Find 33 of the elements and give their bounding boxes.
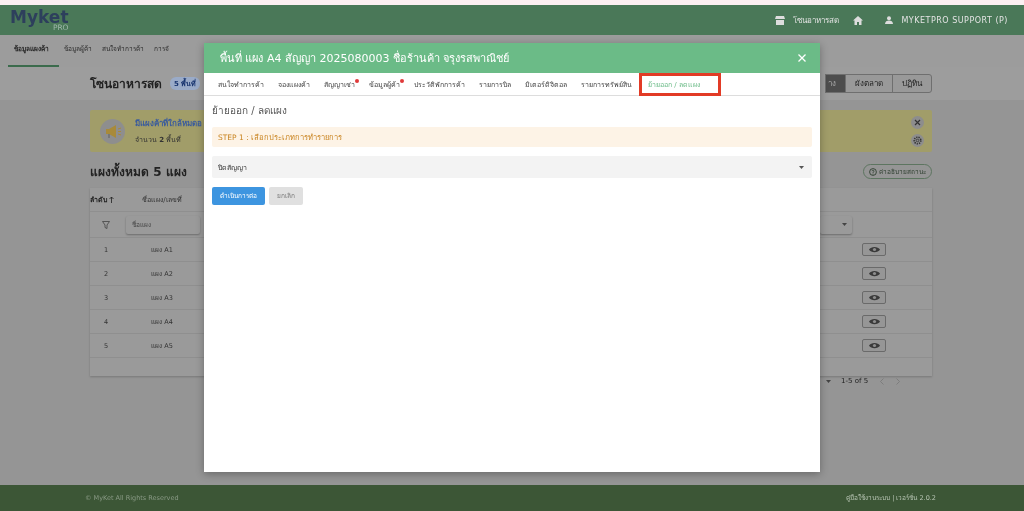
store-icon[interactable] — [775, 15, 786, 25]
eye-icon — [868, 246, 880, 253]
caret-icon — [799, 165, 804, 169]
eye-icon — [868, 342, 880, 349]
view-button[interactable]: ผังตลาด — [845, 74, 893, 93]
eye-icon — [868, 294, 880, 301]
view-button[interactable]: าง — [825, 74, 846, 93]
sort-arrow-icon[interactable] — [109, 196, 114, 203]
megaphone-icon — [100, 118, 125, 144]
view-button[interactable] — [862, 267, 886, 280]
user-icon[interactable] — [885, 16, 894, 24]
eye-icon — [868, 270, 880, 277]
help-icon — [869, 167, 877, 176]
caret-icon[interactable] — [826, 379, 831, 383]
modal-title: พื้นที่ แผง A4 สัญญา 2025080003 ชื่อร้านค้า จรุงรสพาณิชย์ — [220, 49, 510, 67]
caret-icon — [842, 223, 847, 226]
user-name[interactable]: MYKETPRO SUPPORT (P) — [901, 15, 1008, 25]
view-button[interactable] — [862, 243, 886, 256]
view-button[interactable] — [862, 291, 886, 304]
notice-title: มีแผงค้าที่ใกล้หมดอ — [135, 117, 202, 130]
view-button[interactable] — [862, 315, 886, 328]
view-button[interactable] — [862, 339, 886, 352]
settings-icon[interactable] — [911, 133, 924, 147]
page-title: โซนอาหารสด — [90, 76, 162, 93]
zone-name[interactable]: โซนอาหารสด — [793, 13, 840, 27]
close-icon[interactable] — [911, 115, 924, 129]
close-icon[interactable] — [798, 54, 806, 62]
section-heading: ย้ายออก / ลดแผง — [212, 104, 288, 118]
section-title: แผงทั้งหมด 5 แผง — [90, 162, 187, 181]
home-icon[interactable] — [853, 15, 864, 25]
view-button[interactable]: ปฏิทิน — [892, 74, 932, 93]
eye-icon — [868, 318, 880, 325]
filter-icon[interactable] — [102, 220, 110, 229]
